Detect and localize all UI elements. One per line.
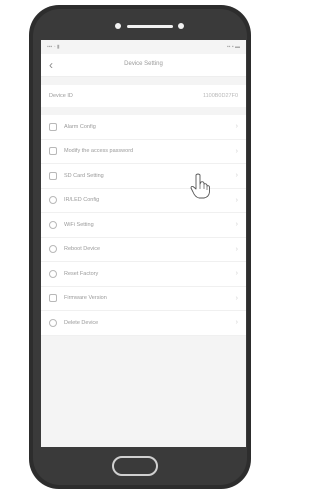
chevron-right-icon: › (235, 172, 238, 180)
menu-item-label: Delete Device (64, 319, 99, 326)
bell-icon (49, 122, 57, 131)
menu-item-sd-card-setting[interactable]: SD Card Setting › (41, 164, 246, 189)
page-title: Device Setting (124, 61, 163, 67)
home-button[interactable] (112, 456, 158, 476)
menu-item-alarm-config[interactable]: Alarm Config › (41, 115, 246, 140)
camera-icon (115, 23, 121, 29)
wifi-icon (49, 220, 57, 229)
chevron-right-icon: › (235, 270, 238, 278)
chevron-right-icon: › (235, 123, 238, 131)
reset-icon (49, 269, 57, 278)
menu-item-label: Reboot Device (64, 246, 101, 253)
menu-item-wifi-setting[interactable]: WiFi Setting › (41, 213, 246, 238)
device-id-value: 1100B0D27F0 (202, 93, 238, 99)
trash-icon (49, 318, 57, 327)
menu-item-reboot-device[interactable]: Reboot Device › (41, 238, 246, 262)
menu-item-label: Reset Factory (64, 270, 99, 277)
status-right: ▪▪ ▪ ▬ (226, 44, 240, 50)
menu-item-ir-led-config[interactable]: IR/LED Config › (41, 189, 246, 213)
menu-item-label: Alarm Config (64, 123, 96, 130)
chevron-right-icon: › (235, 221, 238, 229)
speaker-grille (127, 25, 173, 28)
hand-pointer-icon (190, 173, 210, 199)
chevron-right-icon: › (235, 245, 238, 253)
reboot-icon (49, 245, 57, 254)
status-left: ▪▪▪ ◦ ▮ (47, 44, 60, 50)
info-icon (49, 294, 57, 303)
chevron-right-icon: › (235, 294, 238, 302)
sd-card-icon (49, 171, 57, 180)
menu-item-label: WiFi Setting (64, 221, 94, 228)
chevron-right-icon: › (235, 319, 238, 327)
settings-menu: Alarm Config › Modify the access passwor… (41, 115, 246, 336)
menu-item-firmware-version[interactable]: Firmware Version › (41, 287, 246, 311)
device-id-label: Device ID (49, 93, 73, 99)
lock-icon (49, 147, 57, 156)
navigation-bar: ‹ Device Setting (41, 54, 246, 77)
menu-item-label: Firmware Version (64, 295, 107, 302)
menu-item-delete-device[interactable]: Delete Device › (41, 311, 246, 336)
menu-item-label: Modify the access password (64, 148, 134, 155)
sensor-icon (178, 23, 184, 29)
phone-screen: ▪▪▪ ◦ ▮ ▪▪ ▪ ▬ ‹ Device Setting Device I… (41, 40, 246, 447)
status-bar: ▪▪▪ ◦ ▮ ▪▪ ▪ ▬ (41, 40, 246, 54)
chevron-right-icon: › (235, 147, 238, 155)
chevron-right-icon: › (235, 196, 238, 204)
device-id-row: Device ID 1100B0D27F0 (41, 85, 246, 107)
menu-item-reset-factory[interactable]: Reset Factory › (41, 262, 246, 287)
menu-item-modify-password[interactable]: Modify the access password › (41, 140, 246, 164)
led-icon (49, 196, 57, 205)
